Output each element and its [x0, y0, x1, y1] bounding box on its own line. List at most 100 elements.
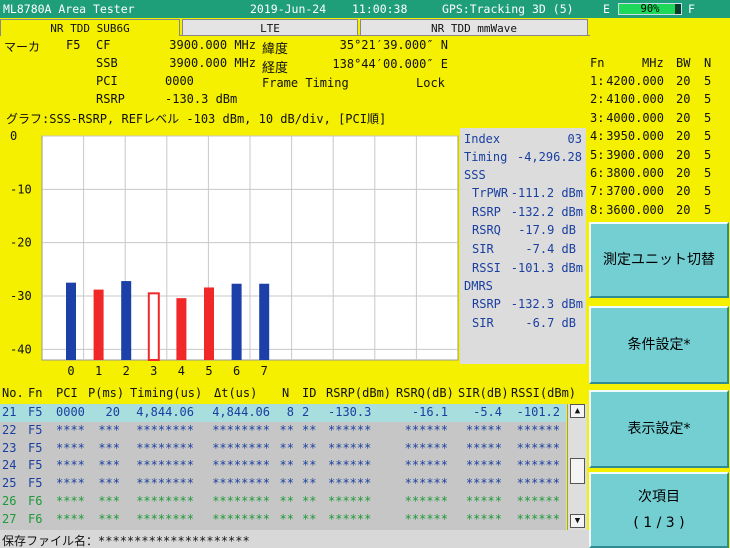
cell-dt: ********	[212, 476, 270, 491]
tab-nr-tdd-sub6g[interactable]: NR TDD SUB6G	[0, 19, 180, 36]
cell-rsrq: ******	[404, 511, 448, 526]
tab-lte[interactable]: LTE	[182, 19, 358, 36]
detail-panel: Index 03 Timing -4,296.28 SSS TrPWR -111…	[460, 128, 586, 364]
dmrs-rsrp-value: -132.3 dBm	[510, 297, 583, 311]
cell-no: 23	[2, 440, 17, 455]
cell-sir: *****	[465, 476, 502, 491]
freq-list-fn: 7:	[590, 184, 605, 199]
col-rsrq: RSRQ(dB)	[396, 386, 454, 400]
cell-no: 25	[2, 476, 17, 491]
display-settings-button[interactable]: 表示設定*	[589, 390, 729, 468]
cell-no: 27	[2, 511, 17, 526]
rsrp-value: -130.3 dBm	[165, 92, 238, 106]
x-tick-label: 0	[67, 364, 74, 378]
timing-label: Timing	[464, 150, 508, 164]
pci-label: PCI	[96, 74, 118, 88]
tab-nr-tdd-mmwave[interactable]: NR TDD mmWave	[360, 19, 588, 36]
cell-rsrq: ******	[404, 458, 448, 473]
table-row[interactable]: 21 F5 0000 20 4,844.06 4,844.06 8 2 -130.3 -16.1-…	[0, 404, 566, 422]
marker-id: F5	[66, 38, 81, 52]
cell-dt: ********	[212, 422, 270, 437]
measure-unit-switch-button[interactable]: 測定ユニット切替	[589, 222, 729, 298]
condition-settings-button[interactable]: 条件設定*	[589, 306, 729, 384]
x-tick-label: 3	[150, 364, 157, 378]
condition-settings-label: 条件設定*	[627, 337, 691, 353]
scroll-up-icon[interactable]: ▲	[570, 404, 585, 418]
y-tick-label: -30	[10, 289, 32, 303]
freq-list-bw: 20	[676, 166, 691, 180]
x-tick-label: 6	[233, 364, 240, 378]
measurement-table-header: No. Fn PCI P(ms) Timing(us) Δt(us) N ID …	[0, 386, 587, 404]
date-display: 2019-Jun-24	[250, 2, 327, 16]
cell-id: 2	[302, 405, 310, 419]
cell-pms: 20	[105, 405, 120, 419]
cell-no: 26	[2, 494, 17, 508]
cell-pms: ***	[98, 476, 120, 491]
cell-dt: ********	[212, 440, 270, 455]
cell-rsrq: ******	[404, 476, 448, 491]
x-tick-label: 5	[205, 364, 212, 378]
freq-list-bw: 20	[676, 92, 691, 107]
y-tick-label: -10	[10, 182, 32, 196]
longitude-label: 経度	[262, 61, 289, 76]
cell-n: **	[279, 422, 294, 437]
table-row[interactable]: 23 F5 **** *** ******** ******** ** ** ****** ***…	[0, 440, 566, 458]
cell-rsrp: ******	[328, 440, 372, 455]
table-row[interactable]: 22 F5 **** *** ******** ******** ** ** ****** ***…	[0, 422, 566, 440]
y-tick-label: -40	[10, 342, 32, 356]
cell-dt: ********	[212, 494, 270, 508]
cell-n: **	[279, 476, 294, 491]
freq-list-mhz: 3900.000	[606, 147, 664, 162]
cell-rsrp: ******	[328, 476, 372, 491]
cell-timing: ********	[136, 422, 194, 437]
sss-rsrq-value: -17.9 dB	[518, 223, 576, 237]
cell-pms: ***	[98, 422, 120, 437]
scroll-down-icon[interactable]: ▼	[570, 514, 585, 528]
cell-rssi: ******	[516, 440, 560, 455]
col-fn: Fn	[28, 386, 43, 400]
marker-label: マーカ	[4, 40, 41, 54]
cell-no: 21	[2, 405, 17, 419]
index-label: Index	[464, 132, 501, 146]
table-row[interactable]: 24 F5 **** *** ******** ******** ** ** ****** ***…	[0, 457, 566, 475]
measurement-table: 21 F5 0000 20 4,844.06 4,844.06 8 2 -130.3 -16.1-…	[0, 404, 566, 530]
freq-list-bw: 20	[676, 74, 691, 88]
freq-list-n: 5	[704, 74, 712, 88]
x-tick-label: 4	[178, 364, 185, 378]
cell-rsrp: -130.3	[328, 405, 372, 419]
bar-pci-3	[147, 292, 160, 361]
cell-rssi: -101.2	[516, 405, 560, 419]
bar-pci-0	[66, 282, 76, 360]
table-row[interactable]: 26 F6 **** *** ******** ******** ** ** ****** ***…	[0, 493, 566, 511]
freq-list-n: 5	[704, 129, 712, 144]
y-tick-label: 0	[10, 129, 17, 143]
bar-pci-5	[204, 287, 214, 360]
freq-list-fn: 5:	[590, 147, 605, 162]
ssb-value: 3900.000 MHz	[169, 56, 256, 70]
sss-rssi-value: -101.3 dBm	[510, 261, 583, 275]
cell-timing: ********	[136, 476, 194, 491]
cell-pms: ***	[98, 458, 120, 473]
table-scrollbar[interactable]: ▲ ▼	[567, 404, 587, 530]
cell-timing: ********	[136, 494, 194, 508]
scroll-thumb[interactable]	[570, 458, 585, 484]
cell-rssi: ******	[516, 511, 560, 526]
cell-rsrq: ******	[404, 422, 448, 437]
cell-rsrq: ******	[404, 494, 448, 508]
col-no: No.	[2, 386, 24, 400]
next-item-button[interactable]: 次項目 ( 1 / 3 )	[589, 472, 729, 548]
freq-list-mhz: 4100.000	[606, 92, 664, 107]
tab-divider	[180, 35, 590, 36]
freq-list-fn: 4:	[590, 129, 605, 144]
cell-rsrq: ******	[404, 440, 448, 455]
freq-list-n: 5	[704, 184, 712, 199]
frame-timing-label: Frame Timing	[262, 76, 349, 90]
gps-status: GPS:Tracking 3D (5)	[442, 2, 574, 16]
table-row[interactable]: 25 F5 **** *** ******** ******** ** ** ****** ***…	[0, 475, 566, 493]
cell-no: 22	[2, 422, 17, 437]
cell-fn: F6	[28, 494, 43, 508]
freq-list-bw: 20	[676, 147, 691, 162]
cell-n: **	[279, 440, 294, 455]
rsrp-label: RSRP	[96, 92, 125, 106]
table-row[interactable]: 27 F6 **** *** ******** ******** ** ** ****** ***…	[0, 511, 566, 529]
